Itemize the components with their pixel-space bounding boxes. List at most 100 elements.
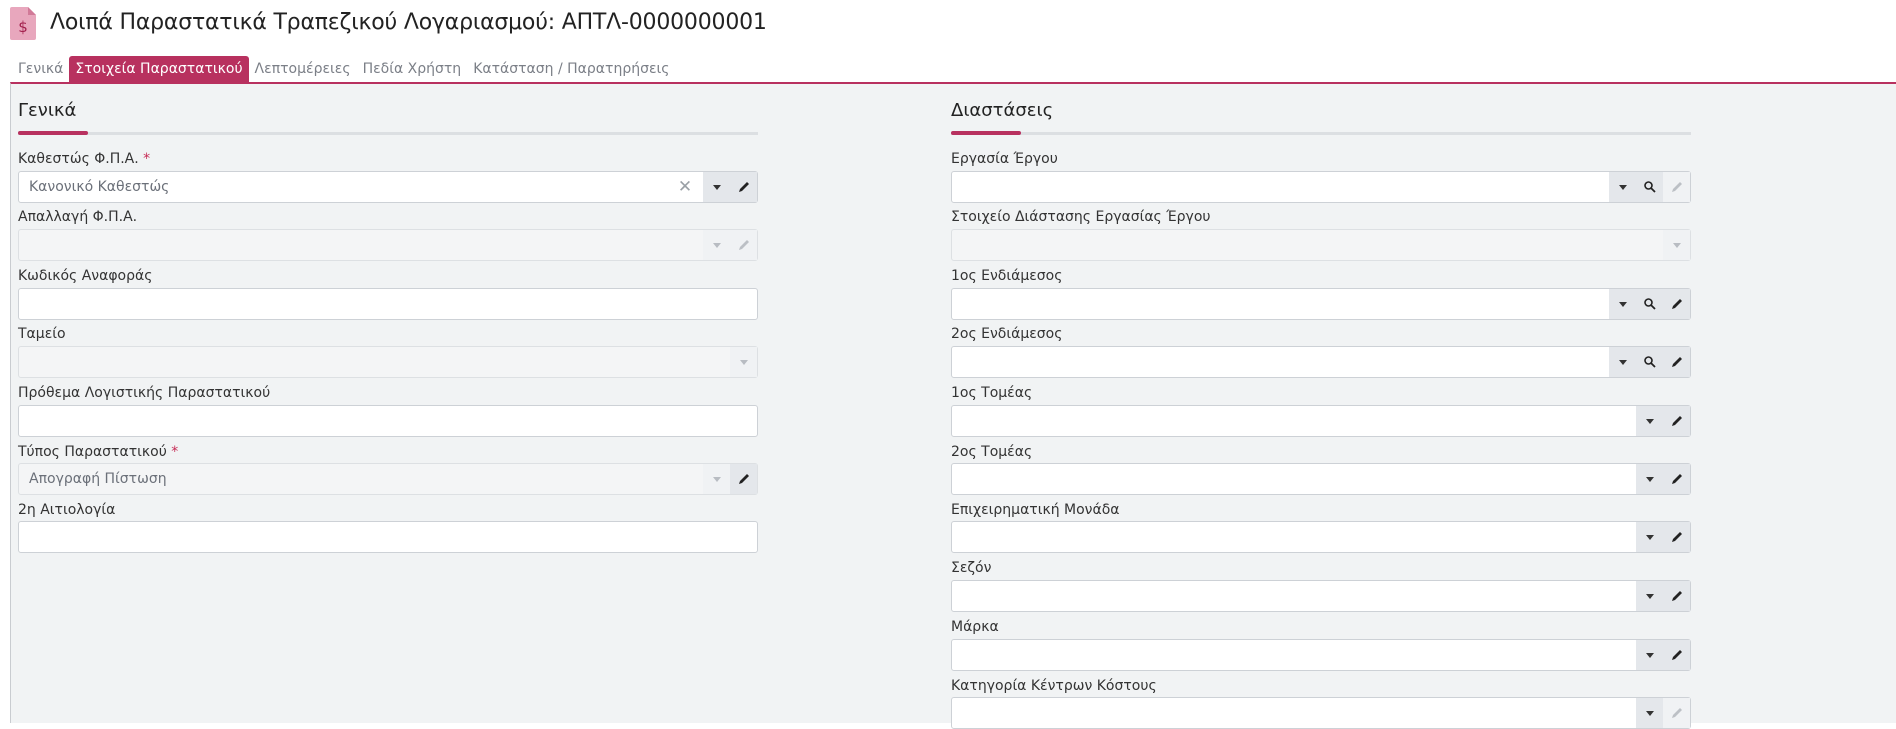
edit-button (730, 230, 757, 260)
form-content: Γενικά Καθεστώς Φ.Π.Α. * Κανονικό Καθεστ… (10, 82, 1896, 729)
pencil-icon (1671, 532, 1682, 542)
caret-down-icon (1672, 242, 1681, 248)
dropdown-button[interactable] (1636, 640, 1663, 670)
field-label: Στοιχείο Διάστασης Εργασίας Έργου (951, 209, 1211, 225)
edit-button[interactable] (730, 464, 757, 494)
edit-button[interactable] (1663, 464, 1690, 494)
field-label: Μάρκα (951, 619, 999, 635)
edit-button[interactable] (1663, 522, 1690, 552)
caret-down-icon (1645, 593, 1654, 599)
caret-down-icon (1618, 301, 1627, 307)
pencil-icon (1671, 708, 1682, 718)
pencil-icon (1671, 591, 1682, 601)
caret-down-icon (1618, 359, 1627, 365)
tab-general[interactable]: Γενικά (12, 56, 69, 82)
field-label: 1ος Τομέας (951, 385, 1033, 401)
dropdown-button (1663, 230, 1690, 260)
caret-down-icon (1645, 652, 1654, 658)
dropdown-button (730, 347, 757, 377)
caret-down-icon (712, 242, 721, 248)
cash-desk-select (18, 346, 758, 378)
field-label: Ταμείο (18, 326, 66, 342)
dropdown-button[interactable] (1636, 406, 1663, 436)
field-label: Εργασία Έργου (951, 151, 1058, 167)
pencil-icon (1671, 474, 1682, 484)
field-label: Κωδικός Αναφοράς (18, 268, 153, 284)
pencil-icon (1671, 650, 1682, 660)
search-button[interactable] (1636, 172, 1663, 202)
vat-regime-select[interactable]: Κανονικό Καθεστώς ✕ (18, 171, 758, 203)
dropdown-button[interactable] (1636, 464, 1663, 494)
field-label: Κατηγορία Κέντρων Κόστους (951, 678, 1157, 694)
page-header: $ Λοιπά Παραστατικά Τραπεζικού Λογαριασμ… (0, 0, 1896, 50)
second-intermediate-select[interactable] (951, 346, 1691, 378)
field-label: 2η Αιτιολογία (18, 502, 116, 518)
business-unit-select[interactable] (951, 521, 1691, 553)
project-task-dimension-select (951, 229, 1691, 261)
tab-document-details[interactable]: Στοιχεία Παραστατικού (69, 56, 249, 82)
field-label: Επιχειρηματική Μονάδα (951, 502, 1120, 518)
search-button[interactable] (1636, 289, 1663, 319)
dropdown-button (703, 464, 730, 494)
pencil-icon (738, 474, 749, 484)
edit-button[interactable] (1663, 289, 1690, 319)
edit-button[interactable] (1663, 347, 1690, 377)
dropdown-button[interactable] (1609, 289, 1636, 319)
edit-button[interactable] (1663, 640, 1690, 670)
document-type-select[interactable]: Απογραφή Πίστωση (18, 463, 758, 495)
edit-button[interactable] (1663, 581, 1690, 611)
field-label: 2ος Τομέας (951, 444, 1033, 460)
dropdown-button[interactable] (1609, 172, 1636, 202)
second-sector-select[interactable] (951, 463, 1691, 495)
field-label: Σεζόν (951, 560, 992, 576)
tab-status-notes[interactable]: Κατάσταση / Παρατηρήσεις (467, 56, 675, 82)
field-label: Καθεστώς Φ.Π.Α. * (18, 151, 151, 167)
svg-text:$: $ (18, 18, 28, 36)
first-intermediate-select[interactable] (951, 288, 1691, 320)
caret-down-icon (712, 476, 721, 482)
caret-down-icon (1645, 476, 1654, 482)
dropdown-button[interactable] (1636, 581, 1663, 611)
season-select[interactable] (951, 580, 1691, 612)
brand-select[interactable] (951, 639, 1691, 671)
cost-center-category-select[interactable] (951, 697, 1691, 729)
dropdown-button (703, 230, 730, 260)
dropdown-button[interactable] (1636, 522, 1663, 552)
page-title: Λοιπά Παραστατικά Τραπεζικού Λογαριασμού… (50, 10, 767, 35)
field-label: Τύπος Παραστατικού * (18, 444, 179, 460)
edit-button[interactable] (1663, 406, 1690, 436)
field-label: 2ος Ενδιάμεσος (951, 326, 1063, 342)
dropdown-button[interactable] (703, 172, 730, 202)
tab-user-fields[interactable]: Πεδία Χρήστη (357, 56, 468, 82)
first-sector-select[interactable] (951, 405, 1691, 437)
field-label: Απαλλαγή Φ.Π.Α. (18, 209, 138, 225)
second-reason-input[interactable] (18, 521, 758, 553)
tab-bar: Γενικά Στοιχεία Παραστατικού Λεπτομέρειε… (12, 56, 675, 82)
reference-code-input[interactable] (18, 288, 758, 320)
field-label: Πρόθεμα Λογιστικής Παραστατικού (18, 385, 271, 401)
section-title-general: Γενικά (18, 100, 77, 121)
pencil-icon (738, 182, 749, 192)
dropdown-button[interactable] (1636, 698, 1663, 728)
pencil-icon (1671, 416, 1682, 426)
caret-down-icon (739, 359, 748, 365)
caret-down-icon (1645, 418, 1654, 424)
section-title-dimensions: Διαστάσεις (951, 100, 1054, 121)
accounting-prefix-input[interactable] (18, 405, 758, 437)
pencil-icon (1671, 182, 1682, 192)
caret-down-icon (712, 184, 721, 190)
project-task-select[interactable] (951, 171, 1691, 203)
tab-details[interactable]: Λεπτομέρειες (249, 56, 357, 82)
section-divider (18, 131, 758, 135)
field-label: 1ος Ενδιάμεσος (951, 268, 1063, 284)
search-button[interactable] (1636, 347, 1663, 377)
caret-down-icon (1645, 710, 1654, 716)
clear-icon[interactable]: ✕ (675, 176, 695, 198)
pencil-icon (1671, 299, 1682, 309)
search-icon (1643, 356, 1656, 368)
edit-button[interactable] (730, 172, 757, 202)
document-dollar-icon: $ (10, 7, 36, 40)
dropdown-button[interactable] (1609, 347, 1636, 377)
search-icon (1643, 298, 1656, 310)
pencil-icon (738, 240, 749, 250)
